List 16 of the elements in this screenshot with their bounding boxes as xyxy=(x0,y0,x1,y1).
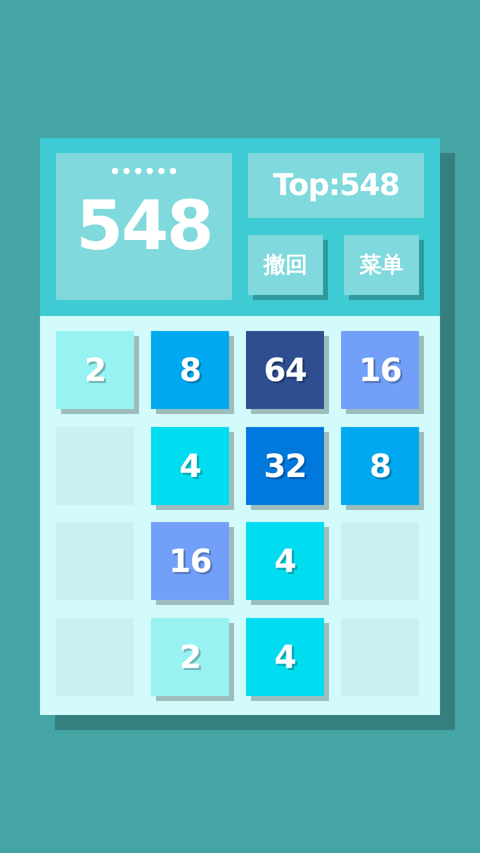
number-tile: 2 xyxy=(56,331,134,409)
number-tile: 4 xyxy=(151,426,229,504)
number-tile: 4 xyxy=(246,522,324,600)
undo-button[interactable]: 撤回 xyxy=(248,235,323,295)
number-tile: 16 xyxy=(151,522,229,600)
number-tile: 16 xyxy=(341,331,419,409)
dots-icon xyxy=(111,167,177,175)
best-score: Top:548 xyxy=(248,153,424,218)
number-tile: 2 xyxy=(151,618,229,696)
score-value: 548 xyxy=(76,193,212,261)
menu-button[interactable]: 菜单 xyxy=(344,235,419,295)
number-tile: 8 xyxy=(341,426,419,504)
number-tile: 8 xyxy=(151,331,229,409)
number-tile: 4 xyxy=(246,618,324,696)
number-tile: 64 xyxy=(246,331,324,409)
number-tile: 32 xyxy=(246,426,324,504)
